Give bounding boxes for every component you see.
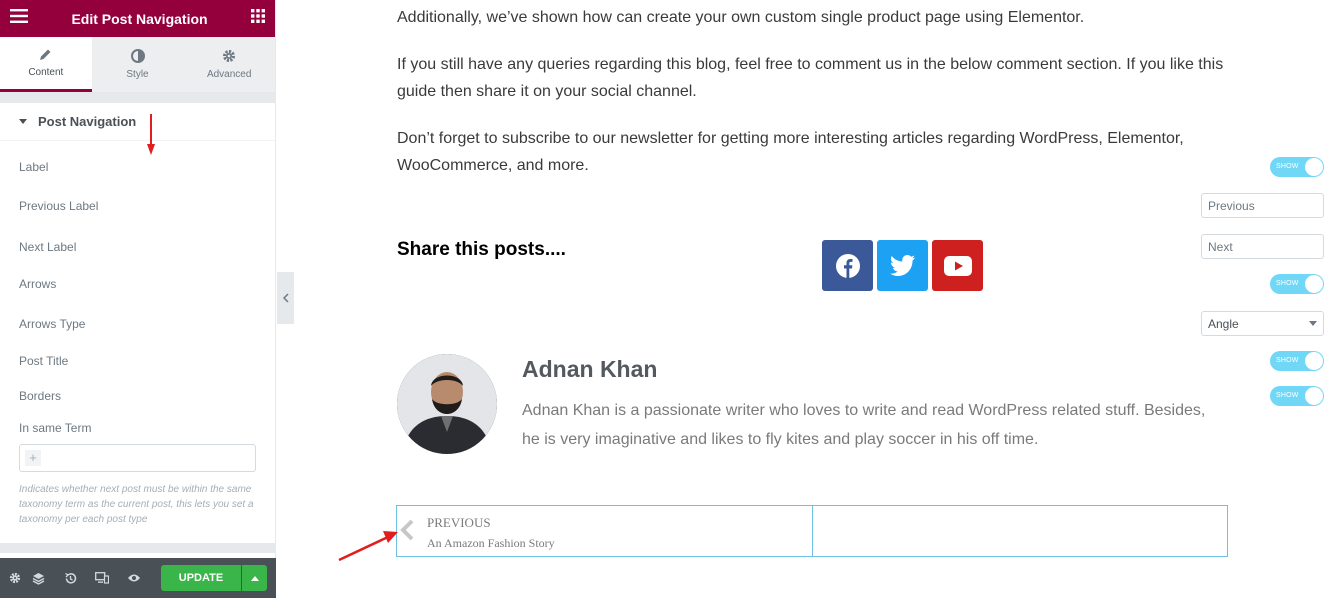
article-paragraph: If you still have any queries regarding … [397, 56, 1224, 100]
panel-tabs: Content Style Advanced [0, 37, 276, 93]
borders-toggle[interactable]: SHOW [1270, 386, 1324, 406]
panel-collapse-handle[interactable] [277, 272, 294, 324]
half-circle-icon [130, 49, 145, 63]
youtube-share-button[interactable] [932, 240, 983, 291]
label-toggle[interactable]: SHOW [1270, 157, 1324, 177]
section-title: Post Navigation [38, 114, 137, 129]
control-next-label: Next Label Next [19, 234, 1324, 259]
update-options-button[interactable] [242, 565, 267, 591]
tab-style[interactable]: Style [91, 37, 184, 92]
previous-post-link[interactable]: Previous An Amazon Fashion Story [397, 506, 813, 556]
previous-post-title: An Amazon Fashion Story [427, 536, 555, 550]
control-in-same-term-text: In same Term [19, 421, 92, 435]
next-label-input[interactable]: Next [1201, 234, 1324, 259]
caret-down-icon [19, 119, 27, 124]
panel-title: Edit Post Navigation [71, 10, 208, 27]
control-arrows-type-text: Arrows Type [19, 316, 86, 331]
control-previous-label-text: Previous Label [19, 198, 99, 213]
author-avatar [397, 354, 497, 454]
toggle-text: SHOW [1276, 163, 1299, 170]
panel-header: Edit Post Navigation [0, 0, 275, 37]
chevron-left-icon [282, 293, 289, 303]
control-label-text: Label [19, 160, 49, 174]
author-bio: Adnan Khan is a passionate writer who lo… [522, 402, 1206, 448]
panel-bottom-divider [0, 543, 276, 553]
caret-up-icon [250, 575, 259, 581]
arrows-toggle[interactable]: SHOW [1270, 274, 1324, 294]
author-name[interactable]: Adnan Khan [522, 356, 657, 383]
add-term-icon[interactable]: + [25, 450, 41, 466]
toggle-text: SHOW [1276, 280, 1299, 287]
control-arrows-type: Arrows Type Angle [19, 311, 1324, 336]
control-post-title: Post Title SHOW [19, 351, 1324, 371]
youtube-icon [943, 255, 972, 276]
settings-icon[interactable] [8, 558, 22, 598]
panel-divider [0, 93, 275, 103]
toggle-knob [1305, 387, 1323, 405]
update-button[interactable]: UPDATE [161, 565, 241, 591]
control-arrows-text: Arrows [19, 277, 57, 291]
widgets-grid-icon[interactable] [251, 9, 265, 28]
control-previous-label: Previous Label Previous [19, 193, 1324, 218]
post-navigation: Previous An Amazon Fashion Story [396, 505, 1228, 557]
hamburger-menu-icon[interactable] [10, 9, 28, 28]
responsive-mode-icon[interactable] [86, 558, 118, 598]
toggle-knob [1305, 352, 1323, 370]
previous-label-input[interactable]: Previous [1201, 193, 1324, 218]
previous-label: Previous [427, 515, 491, 530]
arrows-type-select[interactable]: Angle [1201, 311, 1324, 336]
control-arrows: Arrows SHOW [19, 274, 1324, 294]
toggle-knob [1305, 275, 1323, 293]
tab-advanced-label: Advanced [206, 69, 252, 80]
control-borders-text: Borders [19, 389, 62, 403]
preview-eye-icon[interactable] [118, 558, 150, 598]
toggle-text: SHOW [1276, 392, 1299, 399]
twitter-share-button[interactable] [877, 240, 928, 291]
navigator-layers-icon[interactable] [22, 558, 54, 598]
tab-content[interactable]: Content [0, 37, 92, 92]
gear-icon [223, 50, 236, 62]
toggle-knob [1305, 158, 1323, 176]
tab-style-label: Style [126, 69, 149, 80]
angle-left-icon [400, 519, 414, 541]
in-same-term-help: Indicates whether next post must be with… [19, 484, 254, 525]
tab-content-label: Content [28, 67, 64, 78]
share-title: Share this posts.... [397, 239, 566, 260]
facebook-icon [835, 253, 860, 278]
red-arrow-right-icon [338, 531, 398, 562]
facebook-share-button[interactable] [822, 240, 873, 291]
in-same-term-select[interactable]: + [19, 444, 256, 472]
section-post-navigation[interactable]: Post Navigation [0, 103, 275, 141]
history-icon[interactable] [54, 558, 86, 598]
article-paragraph: Additionally, we’ve shown how can create… [397, 9, 1085, 26]
arrows-type-value: Angle [1208, 316, 1239, 331]
control-post-title-text: Post Title [19, 354, 69, 368]
pencil-icon [40, 49, 51, 60]
post-title-toggle[interactable]: SHOW [1270, 351, 1324, 371]
next-post-link[interactable] [813, 506, 1228, 556]
control-next-label-text: Next Label [19, 239, 77, 254]
article-paragraph: Don’t forget to subscribe to our newslet… [397, 130, 1184, 174]
tab-advanced[interactable]: Advanced [183, 37, 276, 92]
dropdown-caret-icon [1309, 321, 1317, 326]
toggle-text: SHOW [1276, 357, 1299, 364]
twitter-icon [889, 254, 915, 276]
